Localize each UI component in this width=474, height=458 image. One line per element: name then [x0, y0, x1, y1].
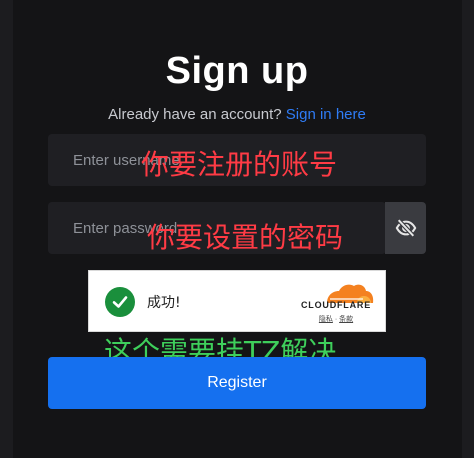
- terms-link[interactable]: 条款: [339, 316, 353, 323]
- password-visibility-toggle[interactable]: [385, 202, 426, 254]
- signin-link[interactable]: Sign in here: [286, 106, 366, 123]
- eye-slash-icon: [395, 218, 416, 238]
- success-checkmark-icon: [105, 287, 135, 317]
- captcha-status: 成功!: [147, 295, 181, 311]
- signin-prompt-text: Already have an account?: [108, 106, 286, 123]
- checkmark-icon: [112, 296, 128, 308]
- password-annotation: 你要设置的密码: [147, 221, 344, 254]
- privacy-link[interactable]: 隐私: [319, 316, 333, 323]
- page-title: Sign up: [165, 50, 309, 92]
- captcha-widget[interactable]: 成功! CLOUDFLARE 隐私 · 条款: [88, 270, 386, 332]
- captcha-links: 隐私 · 条款: [297, 314, 375, 324]
- cloudflare-brand: CLOUDFLARE: [301, 300, 371, 310]
- signin-prompt: Already have an account? Sign in here: [0, 106, 474, 123]
- username-annotation: 你要注册的账号: [141, 148, 338, 181]
- register-button[interactable]: Register: [48, 357, 426, 409]
